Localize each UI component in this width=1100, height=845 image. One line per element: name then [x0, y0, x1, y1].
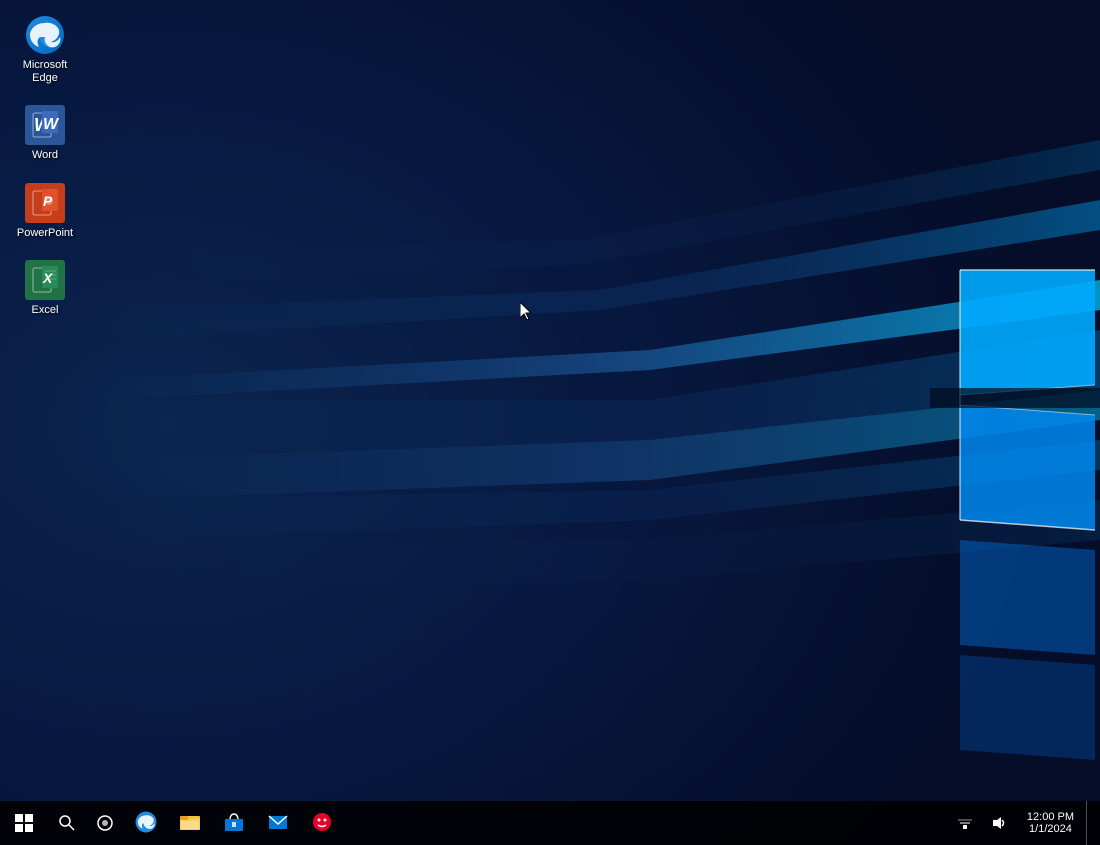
taskbar-time: 12:00 PM: [1027, 811, 1074, 823]
taskbar-store-button[interactable]: [212, 801, 256, 845]
svg-text:X: X: [42, 270, 54, 286]
desktop-icon-powerpoint[interactable]: P PowerPoint: [5, 178, 85, 245]
search-icon: [58, 814, 76, 832]
word-icon: W W: [25, 105, 65, 145]
edge-icon: [25, 15, 65, 55]
taskbar-explorer-icon: [179, 811, 201, 833]
edge-icon-svg: [25, 15, 65, 55]
excel-icon-bg: X: [25, 260, 65, 300]
desktop: Microsoft Edge W W Word: [0, 0, 1100, 845]
svg-text:W: W: [43, 116, 60, 133]
edge-icon-label2: Edge: [32, 72, 58, 85]
powerpoint-icon: P: [25, 183, 65, 223]
excel-icon: X: [25, 260, 65, 300]
cortana-button[interactable]: [86, 801, 124, 845]
desktop-icons-container: Microsoft Edge W W Word: [5, 10, 85, 322]
taskbar-explorer-button[interactable]: [168, 801, 212, 845]
volume-icon: [991, 815, 1007, 831]
desktop-icon-word[interactable]: W W Word: [5, 100, 85, 167]
show-desktop-button[interactable]: [1086, 801, 1094, 845]
start-button[interactable]: [0, 801, 48, 845]
taskbar-store-icon: [223, 811, 245, 833]
volume-tray-icon[interactable]: [983, 801, 1015, 845]
search-button[interactable]: [48, 801, 86, 845]
edge-icon-label: Microsoft: [23, 59, 68, 72]
cortana-icon: [96, 814, 114, 832]
taskbar-date: 1/1/2024: [1029, 823, 1072, 835]
taskbar-edge-icon: [135, 811, 157, 833]
desktop-icon-edge[interactable]: Microsoft Edge: [5, 10, 85, 90]
word-icon-bg: W W: [25, 105, 65, 145]
taskbar-app5-icon: [311, 811, 333, 833]
powerpoint-icon-label: PowerPoint: [17, 227, 73, 240]
taskbar-app5-button[interactable]: [300, 801, 344, 845]
word-icon-label: Word: [32, 149, 58, 162]
taskbar-mail-icon: [267, 811, 289, 833]
wallpaper: [0, 0, 1100, 845]
taskbar-edge-button[interactable]: [124, 801, 168, 845]
windows-logo-icon: [15, 814, 33, 832]
system-tray: 12:00 PM 1/1/2024: [949, 801, 1100, 845]
taskbar-clock[interactable]: 12:00 PM 1/1/2024: [1017, 801, 1084, 845]
ppt-icon-bg: P: [25, 183, 65, 223]
network-tray-icon[interactable]: [949, 801, 981, 845]
network-icon: [957, 815, 973, 831]
taskbar-mail-button[interactable]: [256, 801, 300, 845]
excel-icon-label: Excel: [32, 304, 59, 317]
desktop-icon-excel[interactable]: X Excel: [5, 255, 85, 322]
taskbar: 12:00 PM 1/1/2024: [0, 801, 1100, 845]
taskbar-apps: [124, 801, 949, 845]
